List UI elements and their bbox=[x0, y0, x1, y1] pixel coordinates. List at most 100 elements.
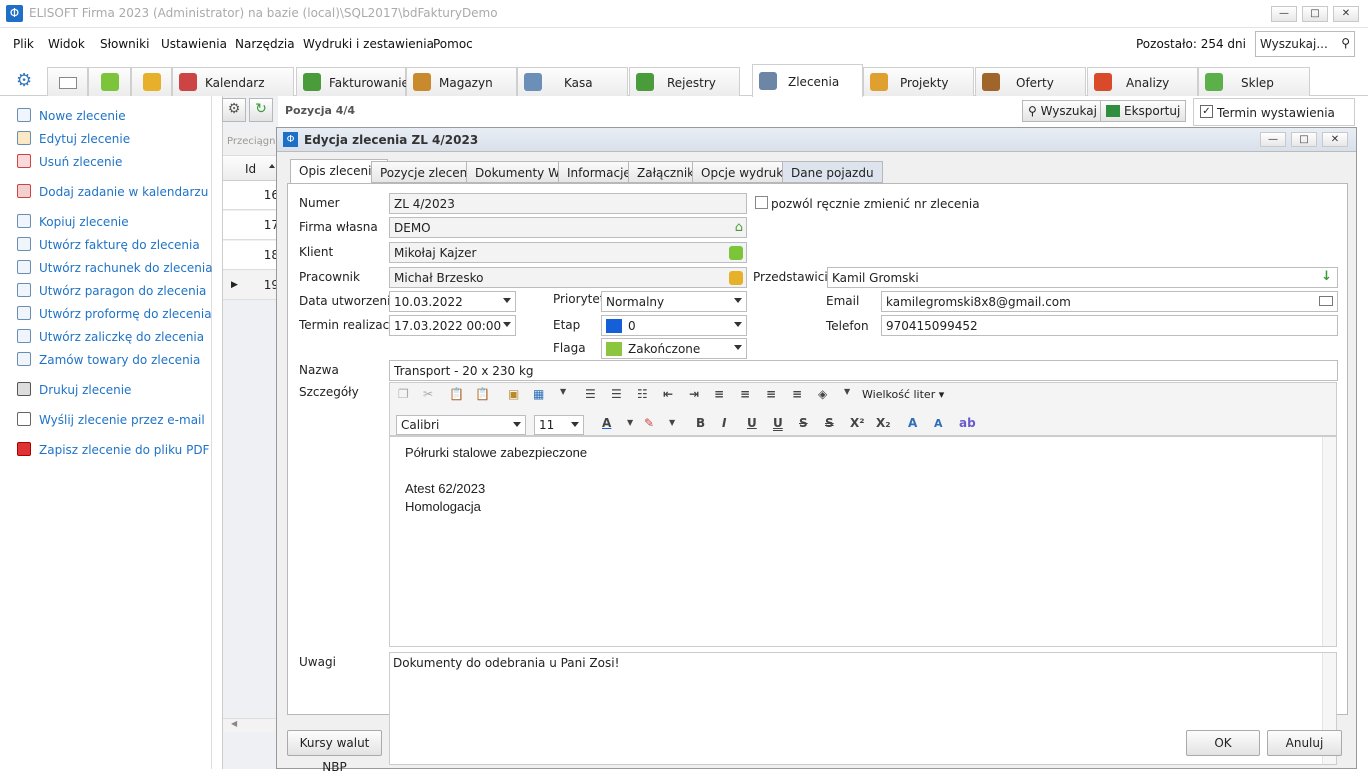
font-color-dropdown-icon[interactable]: ▼ bbox=[627, 418, 633, 427]
numer-field[interactable]: ZL 4/2023 bbox=[389, 193, 747, 214]
pracownik-field[interactable]: Michał Brzesko bbox=[389, 267, 747, 288]
sidebar-item-create-invoice[interactable]: Utwórz fakturę do zlecenia bbox=[17, 237, 200, 252]
grid-header[interactable]: Id bbox=[223, 156, 279, 181]
global-search-input[interactable]: Wyszukaj... ⚲ bbox=[1255, 31, 1355, 57]
maximize-button[interactable]: □ bbox=[1302, 6, 1328, 22]
tab-fakturowanie[interactable]: Fakturowanie bbox=[296, 67, 409, 96]
close-button[interactable]: ✕ bbox=[1333, 6, 1359, 22]
horizontal-scrollbar[interactable]: ◀ bbox=[223, 718, 279, 732]
fill-color-icon[interactable]: ◈ bbox=[818, 387, 827, 401]
highlight-icon[interactable]: ✎ bbox=[644, 416, 654, 430]
menu-pomoc[interactable]: Pomoc bbox=[433, 37, 473, 51]
firma-field[interactable]: DEMO ⌂ bbox=[389, 217, 747, 238]
paste-special-icon[interactable]: 📋 bbox=[475, 387, 490, 401]
clear-format-icon[interactable]: ab bbox=[959, 416, 976, 430]
tab-zlecenia[interactable]: Zlecenia bbox=[752, 64, 863, 97]
italic-icon[interactable]: I bbox=[722, 416, 726, 430]
home-icon[interactable]: ⌂ bbox=[735, 220, 743, 235]
minimize-button[interactable]: — bbox=[1271, 6, 1297, 22]
decrease-indent-icon[interactable]: ⇤ bbox=[663, 387, 673, 401]
sidebar-item-create-proforma[interactable]: Utwórz proformę do zlecenia bbox=[17, 306, 212, 321]
font-size-menu[interactable]: Wielkość liter ▾ bbox=[862, 388, 944, 401]
menu-slowniki[interactable]: Słowniki bbox=[100, 37, 149, 51]
manual-number-checkbox[interactable] bbox=[755, 196, 768, 209]
font-family-select[interactable]: Calibri bbox=[396, 415, 526, 435]
sidebar-item-save-pdf[interactable]: Zapisz zlecenie do pliku PDF bbox=[17, 442, 209, 457]
table-row[interactable]: 18 bbox=[223, 241, 279, 270]
refresh-button[interactable]: ↻ bbox=[249, 98, 273, 122]
tab-rejestry[interactable]: Rejestry bbox=[629, 67, 740, 96]
shrink-font-icon[interactable]: A bbox=[934, 417, 943, 430]
table-dropdown-icon[interactable]: ▼ bbox=[560, 387, 566, 396]
tab-employees[interactable] bbox=[131, 67, 172, 96]
employees-icon[interactable] bbox=[729, 271, 743, 285]
telefon-field[interactable]: 970415099452 bbox=[881, 315, 1338, 336]
export-button[interactable]: Eksportuj bbox=[1100, 100, 1187, 122]
sidebar-item-create-advance[interactable]: Utwórz zaliczkę do zlecenia bbox=[17, 329, 204, 344]
ok-button[interactable]: OK bbox=[1186, 730, 1260, 756]
justify-icon[interactable]: ≡ bbox=[792, 387, 802, 401]
bold-icon[interactable]: B bbox=[696, 416, 705, 430]
flaga-select[interactable]: Zakończone bbox=[601, 338, 747, 359]
sidebar-item-order-goods[interactable]: Zamów towary do zlecenia bbox=[17, 352, 200, 367]
arrow-down-icon[interactable]: ↓ bbox=[1321, 269, 1332, 284]
tab-sklep[interactable]: Sklep bbox=[1198, 67, 1310, 96]
cancel-button[interactable]: Anuluj bbox=[1267, 730, 1342, 756]
bullet-list-icon[interactable]: ☰ bbox=[585, 387, 596, 401]
sidebar-item-edit-order[interactable]: Edytuj zlecenie bbox=[17, 131, 130, 146]
dialog-minimize-button[interactable]: — bbox=[1260, 132, 1286, 147]
sidebar-item-delete-order[interactable]: Usuń zlecenie bbox=[17, 154, 122, 169]
table-row[interactable]: 17 bbox=[223, 211, 279, 240]
termin-checkbox[interactable]: ✓ bbox=[1200, 105, 1213, 118]
column-id-header[interactable]: Id bbox=[245, 162, 256, 176]
cut-icon[interactable]: ✂ bbox=[423, 387, 433, 401]
termin-realizacji-picker[interactable]: 17.03.2022 00:00 bbox=[389, 315, 516, 336]
klient-field[interactable]: Mikołaj Kajzer bbox=[389, 242, 747, 263]
double-strikethrough-icon[interactable]: S bbox=[825, 416, 834, 430]
dialog-maximize-button[interactable]: □ bbox=[1291, 132, 1317, 147]
search-button[interactable]: ⚲ Wyszukaj bbox=[1022, 100, 1103, 122]
align-right-icon[interactable]: ≡ bbox=[766, 387, 776, 401]
menu-plik[interactable]: Plik bbox=[13, 37, 34, 51]
align-center-icon[interactable]: ≡ bbox=[740, 387, 750, 401]
double-underline-icon[interactable]: U bbox=[773, 416, 783, 430]
data-utworzenia-picker[interactable]: 10.03.2022 bbox=[389, 291, 516, 312]
sidebar-item-copy-order[interactable]: Kopiuj zlecenie bbox=[17, 214, 129, 229]
strikethrough-icon[interactable]: S bbox=[799, 416, 808, 430]
nbp-rates-button[interactable]: Kursy walut NBP bbox=[287, 730, 382, 774]
fill-color-dropdown-icon[interactable]: ▼ bbox=[844, 387, 850, 396]
tab-mail[interactable] bbox=[47, 67, 88, 96]
tab-oferty[interactable]: Oferty bbox=[975, 67, 1086, 96]
tab-kasa[interactable]: Kasa bbox=[517, 67, 628, 96]
editor-scrollbar[interactable] bbox=[1322, 437, 1336, 646]
font-color-icon[interactable]: A bbox=[602, 416, 611, 430]
sidebar-item-add-calendar-task[interactable]: Dodaj zadanie w kalendarzu bbox=[17, 184, 208, 199]
gear-icon[interactable]: ⚙ bbox=[16, 70, 32, 91]
multilevel-list-icon[interactable]: ☷ bbox=[637, 387, 648, 401]
settings-gear-button[interactable]: ⚙ bbox=[222, 98, 246, 122]
etap-select[interactable]: 0 bbox=[601, 315, 747, 336]
font-size-select[interactable]: 11 bbox=[534, 415, 584, 435]
tab-projekty[interactable]: Projekty bbox=[863, 67, 974, 96]
numbered-list-icon[interactable]: ☰ bbox=[611, 387, 622, 401]
copy-icon[interactable]: ❐ bbox=[398, 387, 409, 401]
sidebar-item-create-receipt[interactable]: Utwórz paragon do zlecenia bbox=[17, 283, 206, 298]
envelope-icon[interactable] bbox=[1319, 296, 1333, 306]
subscript-icon[interactable]: X₂ bbox=[876, 416, 891, 430]
table-row[interactable]: 16 bbox=[223, 181, 279, 210]
paste-icon[interactable]: 📋 bbox=[449, 387, 464, 401]
highlight-dropdown-icon[interactable]: ▼ bbox=[669, 418, 675, 427]
menu-widok[interactable]: Widok bbox=[48, 37, 85, 51]
menu-wydruki[interactable]: Wydruki i zestawienia bbox=[303, 37, 434, 51]
sidebar-item-create-bill[interactable]: Utwórz rachunek do zlecenia bbox=[17, 260, 213, 275]
details-rich-editor[interactable]: Półrurki stalowe zabezpieczone Atest 62/… bbox=[389, 436, 1337, 647]
sidebar-item-send-email[interactable]: Wyślij zlecenie przez e-mail bbox=[17, 412, 205, 427]
tab-kalendarz[interactable]: Kalendarz bbox=[172, 67, 294, 96]
email-field[interactable]: kamilegromski8x8@gmail.com bbox=[881, 291, 1338, 312]
przedstawiciel-field[interactable]: Kamil Gromski ↓ bbox=[827, 267, 1338, 288]
menu-narzedzia[interactable]: Narzędzia bbox=[235, 37, 295, 51]
increase-indent-icon[interactable]: ⇥ bbox=[689, 387, 699, 401]
tab-contacts[interactable] bbox=[88, 67, 131, 96]
tab-magazyn[interactable]: Magazyn bbox=[406, 67, 517, 96]
align-left-icon[interactable]: ≡ bbox=[714, 387, 724, 401]
